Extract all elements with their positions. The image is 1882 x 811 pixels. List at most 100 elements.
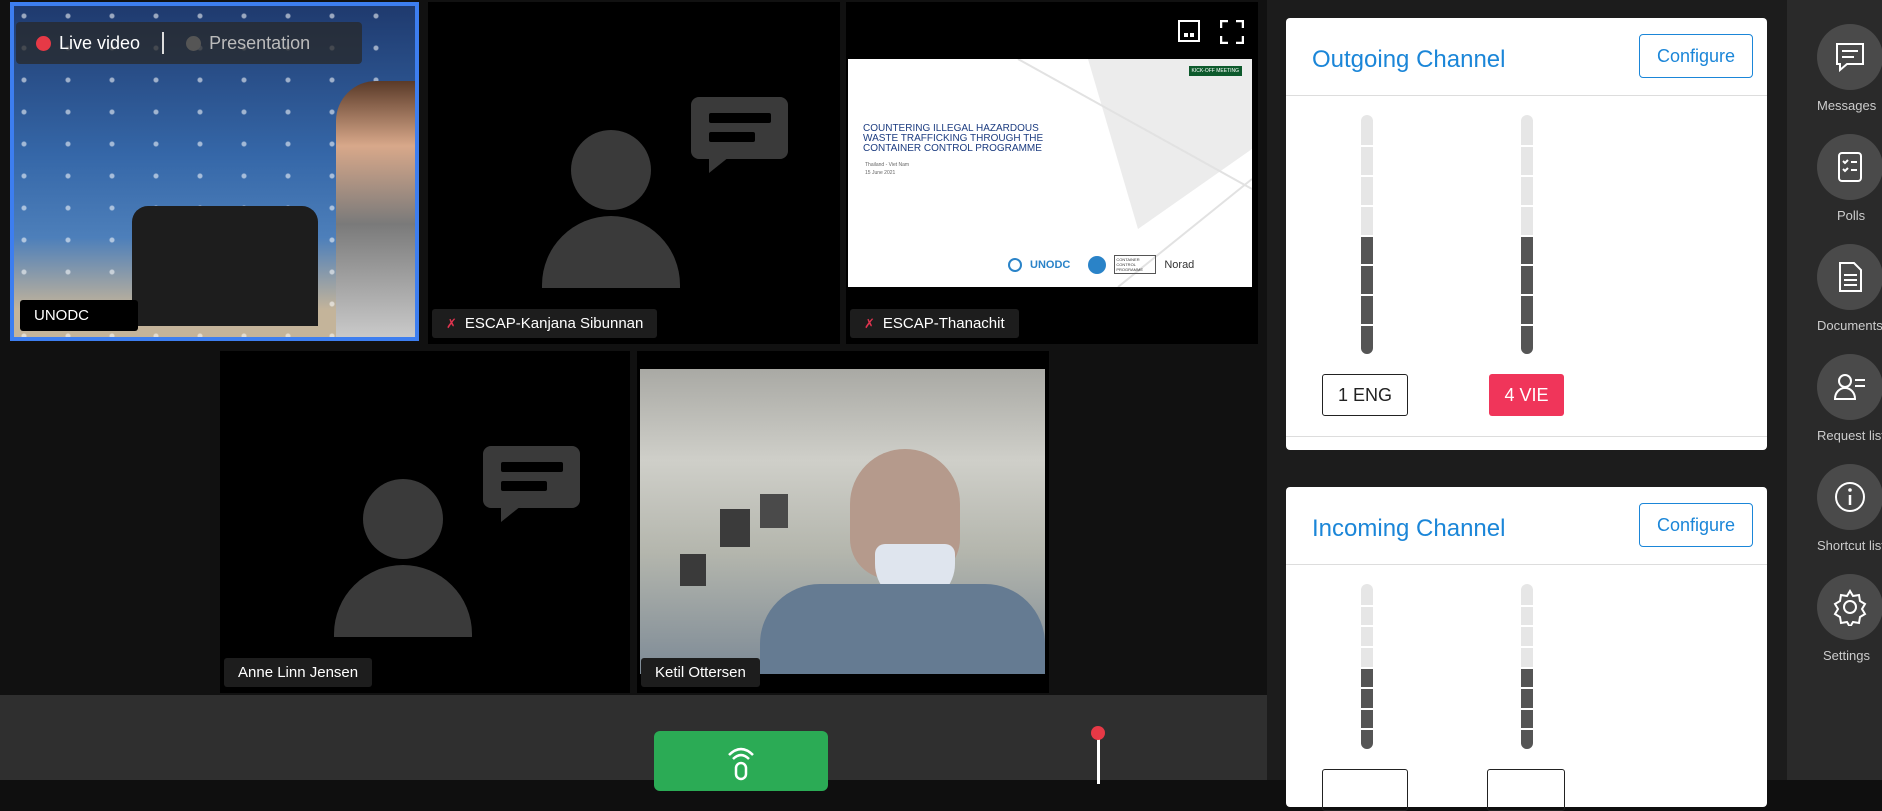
participant-name-tag: ✗ ESCAP-Kanjana Sibunnan bbox=[432, 309, 658, 338]
incoming-channel-button-1[interactable] bbox=[1322, 769, 1408, 811]
participant-tile-unodc[interactable]: Live video Presentation UNODC bbox=[10, 2, 419, 341]
rail-item-polls[interactable]: Polls bbox=[1817, 134, 1882, 223]
mic-muted-icon: ✗ bbox=[446, 315, 457, 331]
meter-tick bbox=[1361, 687, 1373, 690]
meter-tick bbox=[1361, 324, 1373, 327]
meter-tick bbox=[1361, 645, 1373, 648]
frame-shape bbox=[720, 509, 750, 547]
participant-name: Ketil Ottersen bbox=[655, 664, 746, 681]
rail-label: Documents bbox=[1817, 318, 1882, 333]
bottom-control-bar bbox=[0, 695, 1267, 780]
meter-tick bbox=[1521, 625, 1533, 628]
slide-badge: KICK-OFF MEETING bbox=[1188, 66, 1242, 76]
card-divider bbox=[1286, 436, 1767, 437]
incoming-configure-button[interactable]: Configure bbox=[1639, 503, 1753, 547]
meter-tick bbox=[1361, 604, 1373, 607]
rail-label: Polls bbox=[1837, 208, 1866, 223]
outgoing-configure-button[interactable]: Configure bbox=[1639, 34, 1753, 78]
chat-bubble-icon bbox=[483, 446, 580, 522]
meter-tick bbox=[1361, 204, 1373, 207]
video-grid: Live video Presentation UNODC ✗ ESCAP-Ka… bbox=[0, 0, 1267, 695]
slide-date: 15 June 2021 bbox=[865, 170, 896, 176]
live-presentation-toggle[interactable]: Live video Presentation bbox=[16, 22, 362, 64]
slide-title: COUNTERING ILLEGAL HAZARDOUS WASTE TRAFF… bbox=[863, 123, 1044, 154]
frame-shape bbox=[680, 554, 706, 586]
rail-item-request-list[interactable]: Request list bbox=[1817, 354, 1882, 443]
incoming-level-meter-1 bbox=[1361, 584, 1373, 749]
avatar-placeholder-icon bbox=[334, 479, 472, 637]
logo-ccp: CONTAINER CONTROL PROGRAMME bbox=[1114, 255, 1157, 274]
card-divider bbox=[1286, 95, 1767, 96]
volume-slider-track[interactable] bbox=[1097, 734, 1100, 784]
live-video-label[interactable]: Live video bbox=[59, 33, 140, 54]
incoming-channel-title: Incoming Channel bbox=[1312, 515, 1506, 542]
outgoing-channel-title: Outgoing Channel bbox=[1312, 46, 1506, 73]
meter-tick bbox=[1361, 174, 1373, 177]
documents-icon bbox=[1817, 244, 1882, 310]
meter-tick bbox=[1361, 144, 1373, 147]
avatar-body bbox=[542, 216, 680, 288]
polls-icon bbox=[1817, 134, 1882, 200]
avatar-head bbox=[571, 130, 651, 210]
wco-logo-icon bbox=[1088, 255, 1107, 274]
channel-button-eng[interactable]: 1 ENG bbox=[1322, 374, 1408, 416]
meter-tick bbox=[1521, 666, 1533, 669]
presentation-label[interactable]: Presentation bbox=[209, 33, 310, 54]
rail-label: Settings bbox=[1823, 648, 1870, 663]
request-list-icon bbox=[1817, 354, 1882, 420]
participant-name: ESCAP-Kanjana Sibunnan bbox=[464, 315, 644, 332]
participant-name: Anne Linn Jensen bbox=[238, 664, 359, 681]
toggle-separator bbox=[162, 32, 165, 54]
meter-tick bbox=[1521, 707, 1533, 710]
incoming-channel-card: Incoming Channel Configure bbox=[1286, 487, 1767, 811]
info-icon bbox=[1817, 464, 1882, 530]
channel-button-vie[interactable]: 4 VIE bbox=[1489, 374, 1564, 416]
participant-name: UNODC bbox=[34, 307, 89, 324]
meter-tick bbox=[1361, 728, 1373, 731]
meter-tick bbox=[1361, 294, 1373, 297]
incoming-channel-button-2[interactable] bbox=[1487, 769, 1565, 811]
participant-name: ESCAP-Thanachit bbox=[882, 315, 1005, 332]
meter-tick bbox=[1361, 666, 1373, 669]
rail-item-documents[interactable]: Documents bbox=[1817, 244, 1882, 333]
rail-label: Shortcut list bbox=[1817, 538, 1882, 553]
frame-shape bbox=[760, 494, 788, 528]
slide-subtitle: Thailand - Viet Nam bbox=[865, 162, 910, 168]
meter-tick bbox=[1521, 324, 1533, 327]
chair-shape bbox=[132, 206, 318, 326]
participant-tile-ketil[interactable]: Ketil Ottersen bbox=[637, 351, 1049, 693]
meter-tick bbox=[1361, 234, 1373, 237]
meter-tick bbox=[1521, 174, 1533, 177]
outgoing-level-meter-2 bbox=[1521, 115, 1533, 354]
broadcast-icon bbox=[728, 747, 754, 781]
participant-tile-kanjana[interactable]: ✗ ESCAP-Kanjana Sibunnan bbox=[428, 2, 840, 344]
rail-item-shortcut-list[interactable]: Shortcut list bbox=[1817, 464, 1882, 553]
avatar-placeholder-icon bbox=[542, 130, 680, 288]
meter-tick bbox=[1361, 264, 1373, 267]
avatar-head bbox=[363, 479, 443, 559]
rail-item-settings[interactable]: Settings bbox=[1817, 574, 1882, 663]
participant-name-tag: Ketil Ottersen bbox=[641, 658, 760, 687]
slide-logos: UNODC CONTAINER CONTROL PROGRAMME Norad bbox=[1008, 255, 1194, 274]
record-dot-icon bbox=[36, 35, 51, 51]
meter-tick bbox=[1521, 264, 1533, 267]
outgoing-channel-card: Outgoing Channel Configure 1 ENG 4 VIE bbox=[1286, 18, 1767, 450]
presentation-dot-icon bbox=[186, 35, 202, 51]
incoming-level-meter-2 bbox=[1521, 584, 1533, 749]
chat-bubble-icon bbox=[691, 97, 788, 173]
person-shape bbox=[336, 81, 415, 337]
fullscreen-icon[interactable] bbox=[1219, 19, 1245, 45]
rail-label: Request list bbox=[1817, 428, 1882, 443]
volume-slider-knob[interactable] bbox=[1091, 726, 1105, 740]
logo-unodc: UNODC bbox=[1030, 258, 1071, 271]
shirt-shape bbox=[760, 584, 1045, 674]
participant-tile-thanachit[interactable]: KICK-OFF MEETING COUNTERING ILLEGAL HAZA… bbox=[846, 2, 1258, 344]
mic-muted-icon: ✗ bbox=[864, 315, 875, 331]
picture-in-picture-icon[interactable] bbox=[1178, 20, 1200, 42]
rail-item-messages[interactable]: Messages bbox=[1817, 24, 1882, 113]
meter-tick bbox=[1521, 645, 1533, 648]
meter-tick bbox=[1521, 604, 1533, 607]
broadcast-mic-button[interactable] bbox=[654, 731, 828, 791]
participant-tile-anne[interactable]: Anne Linn Jensen bbox=[220, 351, 630, 693]
meter-tick bbox=[1521, 294, 1533, 297]
